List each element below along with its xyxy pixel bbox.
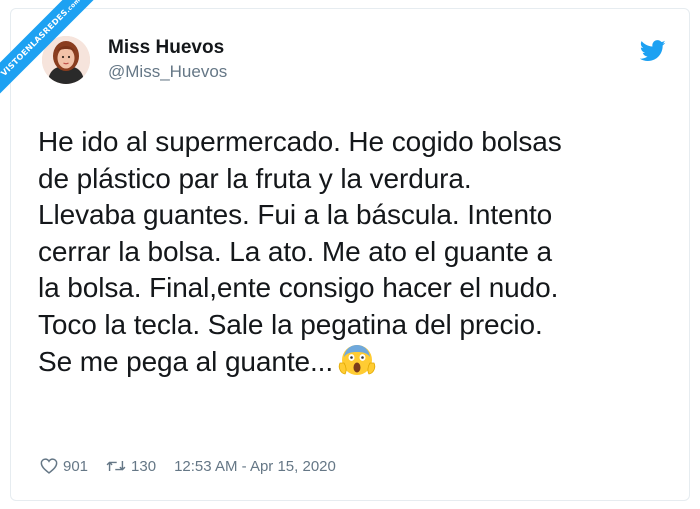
user-info: Miss Huevos @Miss_Huevos — [108, 37, 227, 83]
tweet-timestamp[interactable]: 12:53 AM - Apr 15, 2020 — [174, 458, 336, 475]
retweet-stat[interactable]: 130 — [106, 458, 156, 475]
retweet-count: 130 — [131, 457, 157, 475]
watermark-suffix-text: .com — [64, 0, 82, 15]
watermark-ribbon: VISTOENLASREDES.com — [0, 0, 110, 110]
screaming-face-emoji — [337, 343, 377, 377]
tweet-footer: 901 130 12:53 AM - Apr 15, 2020 — [40, 456, 336, 476]
tweet-body: He ido al supermercado. He cogido bolsas… — [38, 124, 678, 381]
retweet-icon — [106, 461, 126, 471]
watermark-main-text: VISTOENLASREDES — [0, 7, 70, 78]
like-count: 901 — [63, 457, 89, 475]
user-handle[interactable]: @Miss_Huevos — [108, 61, 227, 83]
like-stat[interactable]: 901 — [40, 458, 88, 475]
tweet-text: He ido al supermercado. He cogido bolsas… — [38, 126, 562, 377]
heart-icon — [40, 458, 58, 474]
tweet-header: Miss Huevos @Miss_Huevos — [42, 36, 682, 96]
twitter-bird-icon[interactable] — [640, 40, 666, 62]
watermark-label: VISTOENLASREDES.com — [0, 0, 109, 105]
display-name[interactable]: Miss Huevos — [108, 37, 227, 59]
